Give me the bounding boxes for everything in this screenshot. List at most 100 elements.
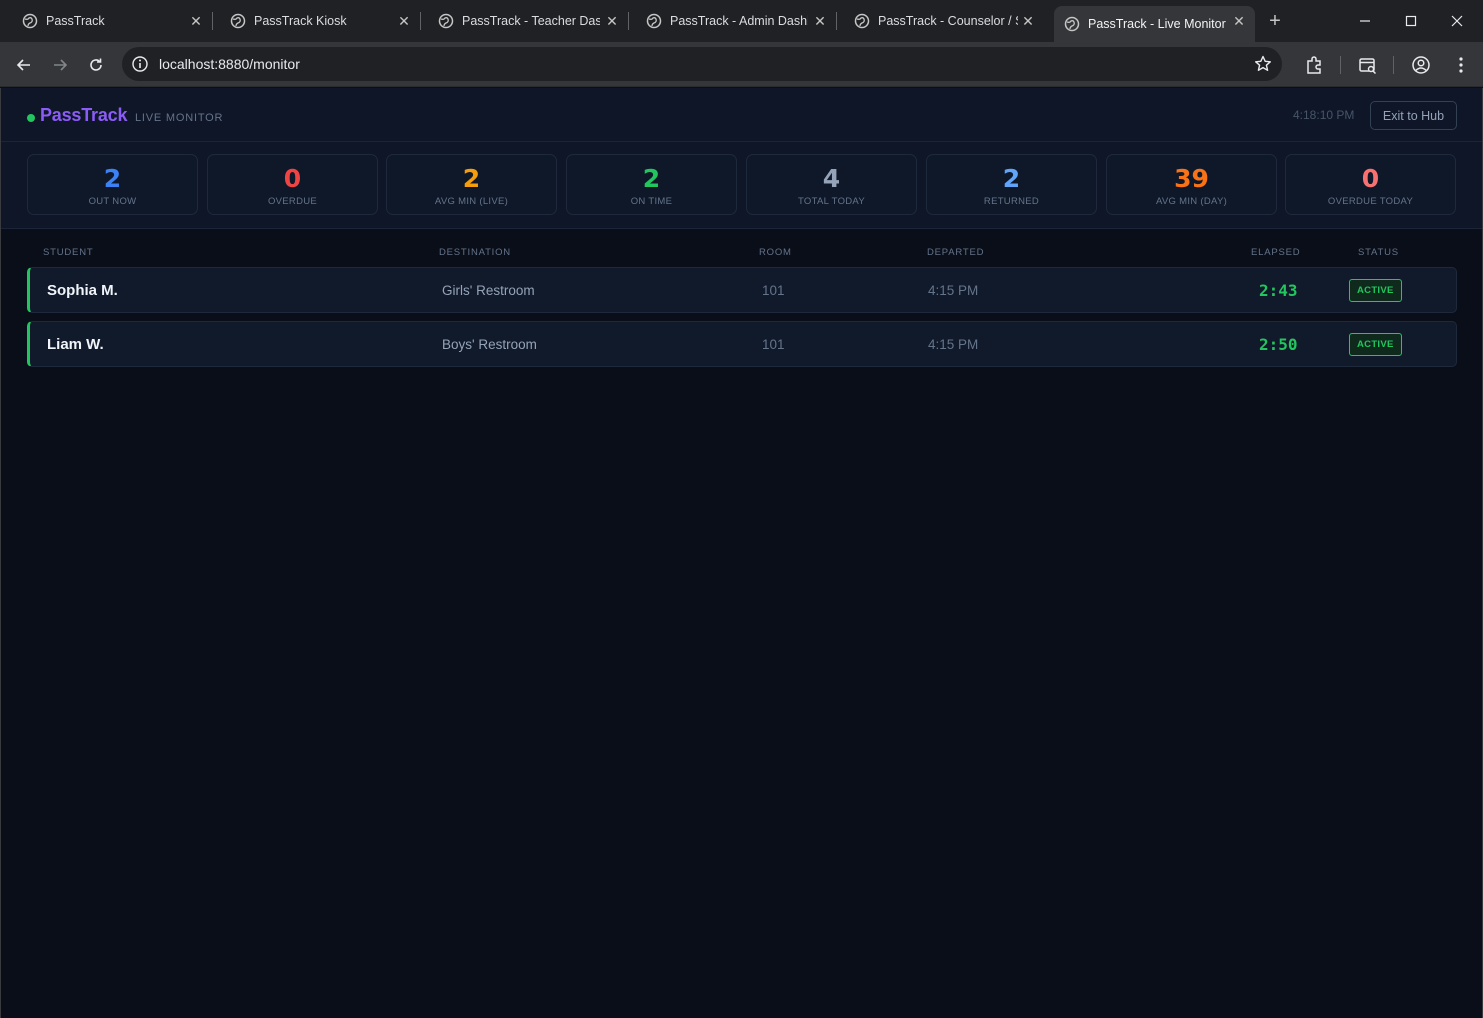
tab-title: PassTrack - Teacher Dashb <box>462 14 600 28</box>
close-tab-icon[interactable]: ✕ <box>812 13 828 29</box>
minimize-window-button[interactable] <box>1342 0 1388 42</box>
back-button[interactable] <box>11 52 37 78</box>
browser-tab[interactable]: PassTrack - Admin Dashbo ✕ <box>624 0 837 42</box>
profile-button[interactable] <box>1410 54 1432 76</box>
stats-bar: 2 OUT NOW 0 OVERDUE 2 AVG MIN (LIVE) 2 O… <box>1 142 1482 229</box>
stat-label: OVERDUE TODAY <box>1327 196 1414 207</box>
close-icon <box>1451 15 1463 27</box>
elapsed-timer: 2:50 <box>1259 335 1298 354</box>
browser-tab[interactable]: PassTrack ✕ <box>0 0 213 42</box>
destination: Boys' Restroom <box>442 337 537 352</box>
column-header-destination: DESTINATION <box>439 247 511 258</box>
tab-title: PassTrack - Admin Dashbo <box>670 14 808 28</box>
forward-button[interactable] <box>47 52 73 78</box>
room-number: 101 <box>762 337 785 352</box>
departed-time: 4:15 PM <box>928 283 979 298</box>
reload-icon <box>90 58 102 71</box>
elapsed-timer: 2:43 <box>1259 281 1298 300</box>
address-bar[interactable]: localhost:8880/monitor <box>122 47 1282 81</box>
stat-card-on-time: 2 ON TIME <box>566 154 737 215</box>
tab-title: PassTrack - Counselor / St <box>878 14 1018 28</box>
browser-tab[interactable]: PassTrack - Counselor / St ✕ <box>832 0 1044 42</box>
globe-icon <box>438 13 454 29</box>
stat-value: 4 <box>822 164 841 193</box>
app-viewport: PassTrack LIVE MONITOR 4:18:10 PM Exit t… <box>0 88 1483 1018</box>
student-name: Sophia M. <box>47 282 118 299</box>
globe-icon <box>230 13 246 29</box>
brand-logo: PassTrack <box>40 105 128 125</box>
student-name: Liam W. <box>47 336 104 353</box>
close-window-button[interactable] <box>1434 0 1480 42</box>
status-badge: ACTIVE <box>1349 279 1402 302</box>
globe-icon <box>1064 16 1080 32</box>
stat-label: OVERDUE <box>267 196 318 207</box>
extensions-button[interactable] <box>1303 54 1325 76</box>
maximize-icon <box>1405 15 1417 27</box>
toolbar-divider <box>1340 56 1341 74</box>
globe-icon <box>646 13 662 29</box>
browser-tab-active[interactable]: PassTrack - Live Monitor ✕ <box>1054 6 1255 42</box>
tab-search-icon <box>1359 58 1377 75</box>
arrow-left-icon <box>16 59 30 71</box>
stat-value: 0 <box>283 164 302 193</box>
stat-label: TOTAL TODAY <box>797 196 865 207</box>
tab-title: PassTrack <box>46 14 105 28</box>
table-row[interactable]: Liam W. Boys' Restroom 101 4:15 PM 2:50 … <box>27 321 1457 367</box>
browser-tab-strip: PassTrack ✕ PassTrack Kiosk ✕ PassTrack … <box>0 0 1483 42</box>
reload-button[interactable] <box>83 52 109 78</box>
column-header-room: ROOM <box>759 247 792 258</box>
account-icon <box>1412 56 1430 74</box>
page-subtitle: LIVE MONITOR <box>135 112 224 124</box>
globe-icon <box>854 13 870 29</box>
live-clock: 4:18:10 PM <box>1293 108 1355 122</box>
column-header-status: STATUS <box>1358 247 1399 258</box>
column-header-student: STUDENT <box>43 247 94 258</box>
stat-value: 2 <box>462 164 481 193</box>
more-vertical-icon <box>1459 57 1463 73</box>
stat-card-out-now: 2 OUT NOW <box>27 154 198 215</box>
stat-card-avg-min-day: 39 AVG MIN (DAY) <box>1106 154 1277 215</box>
stat-label: AVG MIN (LIVE) <box>434 196 509 207</box>
close-tab-icon[interactable]: ✕ <box>1231 13 1247 29</box>
close-tab-icon[interactable]: ✕ <box>1020 13 1036 29</box>
stat-value: 2 <box>103 164 122 193</box>
close-tab-icon[interactable]: ✕ <box>396 13 412 29</box>
status-badge: ACTIVE <box>1349 333 1402 356</box>
column-header-departed: DEPARTED <box>927 247 985 258</box>
stat-card-overdue-today: 0 OVERDUE TODAY <box>1285 154 1456 215</box>
site-info-icon[interactable] <box>131 55 149 73</box>
maximize-window-button[interactable] <box>1388 0 1434 42</box>
stat-label: ON TIME <box>630 196 673 207</box>
stat-card-overdue: 0 OVERDUE <box>207 154 378 215</box>
tab-title: PassTrack - Live Monitor <box>1088 17 1226 31</box>
stat-label: OUT NOW <box>88 196 137 207</box>
app-header: PassTrack LIVE MONITOR 4:18:10 PM Exit t… <box>1 88 1482 142</box>
browser-tab[interactable]: PassTrack Kiosk ✕ <box>208 0 421 42</box>
minimize-icon <box>1360 20 1370 22</box>
globe-icon <box>22 13 38 29</box>
close-tab-icon[interactable]: ✕ <box>188 13 204 29</box>
room-number: 101 <box>762 283 785 298</box>
stat-card-total-today: 4 TOTAL TODAY <box>746 154 917 215</box>
table-row[interactable]: Sophia M. Girls' Restroom 101 4:15 PM 2:… <box>27 267 1457 313</box>
bookmark-star-icon[interactable] <box>1253 54 1273 74</box>
browser-tab[interactable]: PassTrack - Teacher Dashb ✕ <box>416 0 629 42</box>
browser-menu-button[interactable] <box>1450 54 1472 76</box>
stat-value: 39 <box>1174 164 1209 193</box>
stat-card-avg-min-live: 2 AVG MIN (LIVE) <box>386 154 557 215</box>
live-status-dot <box>27 114 35 122</box>
tab-title: PassTrack Kiosk <box>254 14 347 28</box>
tab-search-button[interactable] <box>1357 54 1379 76</box>
stat-label: AVG MIN (DAY) <box>1155 196 1228 207</box>
stat-value: 0 <box>1361 164 1380 193</box>
exit-to-hub-button[interactable]: Exit to Hub <box>1370 101 1457 130</box>
departed-time: 4:15 PM <box>928 337 979 352</box>
url-text[interactable]: localhost:8880/monitor <box>159 56 300 72</box>
new-tab-button[interactable]: + <box>1264 10 1286 32</box>
browser-toolbar: localhost:8880/monitor <box>0 42 1483 87</box>
puzzle-icon <box>1307 56 1321 74</box>
close-tab-icon[interactable]: ✕ <box>604 13 620 29</box>
arrow-right-icon <box>54 59 68 71</box>
toolbar-divider <box>1393 56 1394 74</box>
stat-label: RETURNED <box>983 196 1040 207</box>
